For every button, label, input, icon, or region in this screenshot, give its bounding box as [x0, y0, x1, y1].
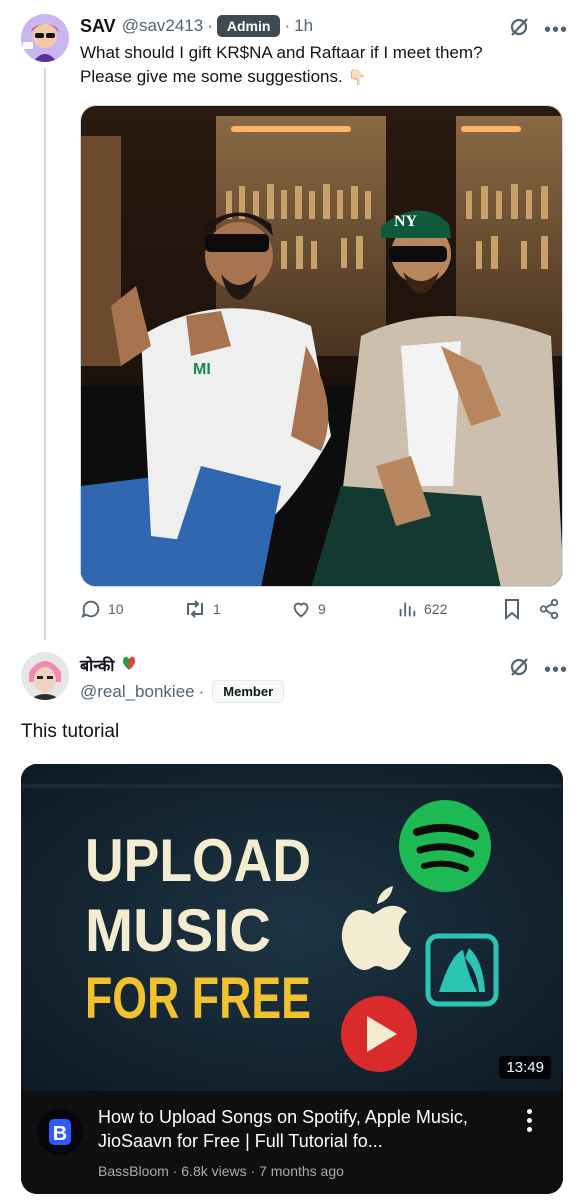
reply-count: 10	[108, 601, 124, 617]
admin-badge: Admin	[216, 15, 281, 37]
user-handle[interactable]: @sav2413	[122, 16, 204, 36]
repost-count: 1	[213, 601, 221, 617]
channel-avatar[interactable]: B	[37, 1109, 83, 1155]
avatar[interactable]	[21, 652, 69, 700]
pointing-down-emoji: 👇🏻	[347, 69, 367, 86]
thumb-headline-3: FOR FREE	[85, 966, 311, 1031]
repost-button[interactable]: 1	[183, 598, 221, 620]
upload-age: 7 months ago	[259, 1163, 344, 1179]
separator: ·	[284, 16, 291, 35]
meta-separator: ·	[172, 1163, 178, 1179]
video-duration: 13:49	[499, 1056, 551, 1079]
share-icon	[538, 598, 560, 620]
svg-text:NY: NY	[394, 213, 418, 230]
more-options-icon[interactable]	[527, 1109, 533, 1136]
post-actions: 10 1 9 622	[80, 598, 563, 628]
display-name[interactable]: बोन्की	[80, 654, 114, 676]
post-subheader: @real_bonkiee · Member	[80, 680, 285, 703]
video-info: B How to Upload Songs on Spotify, Apple …	[21, 1091, 563, 1194]
display-name[interactable]: SAV	[80, 16, 116, 37]
bookmark-button[interactable]	[502, 598, 522, 620]
post-photo[interactable]: MI NY	[80, 105, 563, 587]
view-count: 6.8k views	[181, 1163, 247, 1179]
post-time[interactable]: 1h	[294, 16, 313, 36]
spotify-logo	[399, 800, 491, 892]
share-button[interactable]	[538, 598, 560, 620]
meta-separator: ·	[250, 1163, 256, 1179]
repost-icon	[183, 598, 207, 620]
post-text-line: What should I gift KR$NA and Raftaar if …	[80, 43, 483, 62]
like-button[interactable]: 9	[290, 598, 326, 620]
thumb-headline-2: MUSIC	[85, 897, 271, 964]
post-header: बोन्की	[80, 654, 136, 676]
views-icon	[396, 598, 418, 620]
channel-name[interactable]: BassBloom	[98, 1163, 169, 1179]
like-count: 9	[318, 601, 326, 617]
separator: ·	[198, 681, 205, 701]
grok-icon[interactable]	[508, 656, 530, 683]
thumb-headline-1: UPLOAD	[85, 827, 311, 894]
post-text-line: Please give me some suggestions. 👇🏻	[80, 65, 483, 90]
views-button[interactable]: 622	[396, 598, 447, 620]
more-icon[interactable]: •••	[544, 20, 568, 40]
post-header: SAV @sav2413 · Admin · 1h	[80, 15, 313, 37]
channel-initial: B	[53, 1123, 67, 1145]
views-count: 622	[424, 601, 448, 617]
thread-line	[44, 68, 46, 640]
video-thumbnail[interactable]: UPLOAD MUSIC FOR FREE	[21, 764, 563, 1091]
reply-icon	[80, 598, 102, 620]
post-text: What should I gift KR$NA and Raftaar if …	[80, 41, 483, 90]
video-card[interactable]: UPLOAD MUSIC FOR FREE 13:49 B How to Upl…	[21, 764, 563, 1194]
grok-icon[interactable]	[508, 16, 530, 43]
svg-text:MI: MI	[193, 361, 211, 378]
bookmark-icon	[502, 598, 522, 620]
heart-emoji	[122, 655, 136, 676]
avatar[interactable]	[21, 14, 69, 62]
member-badge: Member	[212, 680, 285, 703]
post-text: This tutorial	[21, 721, 120, 742]
play-logo	[341, 996, 417, 1072]
user-handle[interactable]: @real_bonkiee	[80, 682, 195, 702]
separator: ·	[207, 16, 213, 35]
video-title[interactable]: How to Upload Songs on Spotify, Apple Mu…	[98, 1105, 508, 1153]
reply-button[interactable]: 10	[80, 598, 124, 620]
video-meta: BassBloom · 6.8k views · 7 months ago	[98, 1163, 344, 1179]
like-icon	[290, 598, 312, 620]
post-text-part: Please give me some suggestions.	[80, 67, 343, 86]
more-icon[interactable]: •••	[544, 660, 568, 680]
